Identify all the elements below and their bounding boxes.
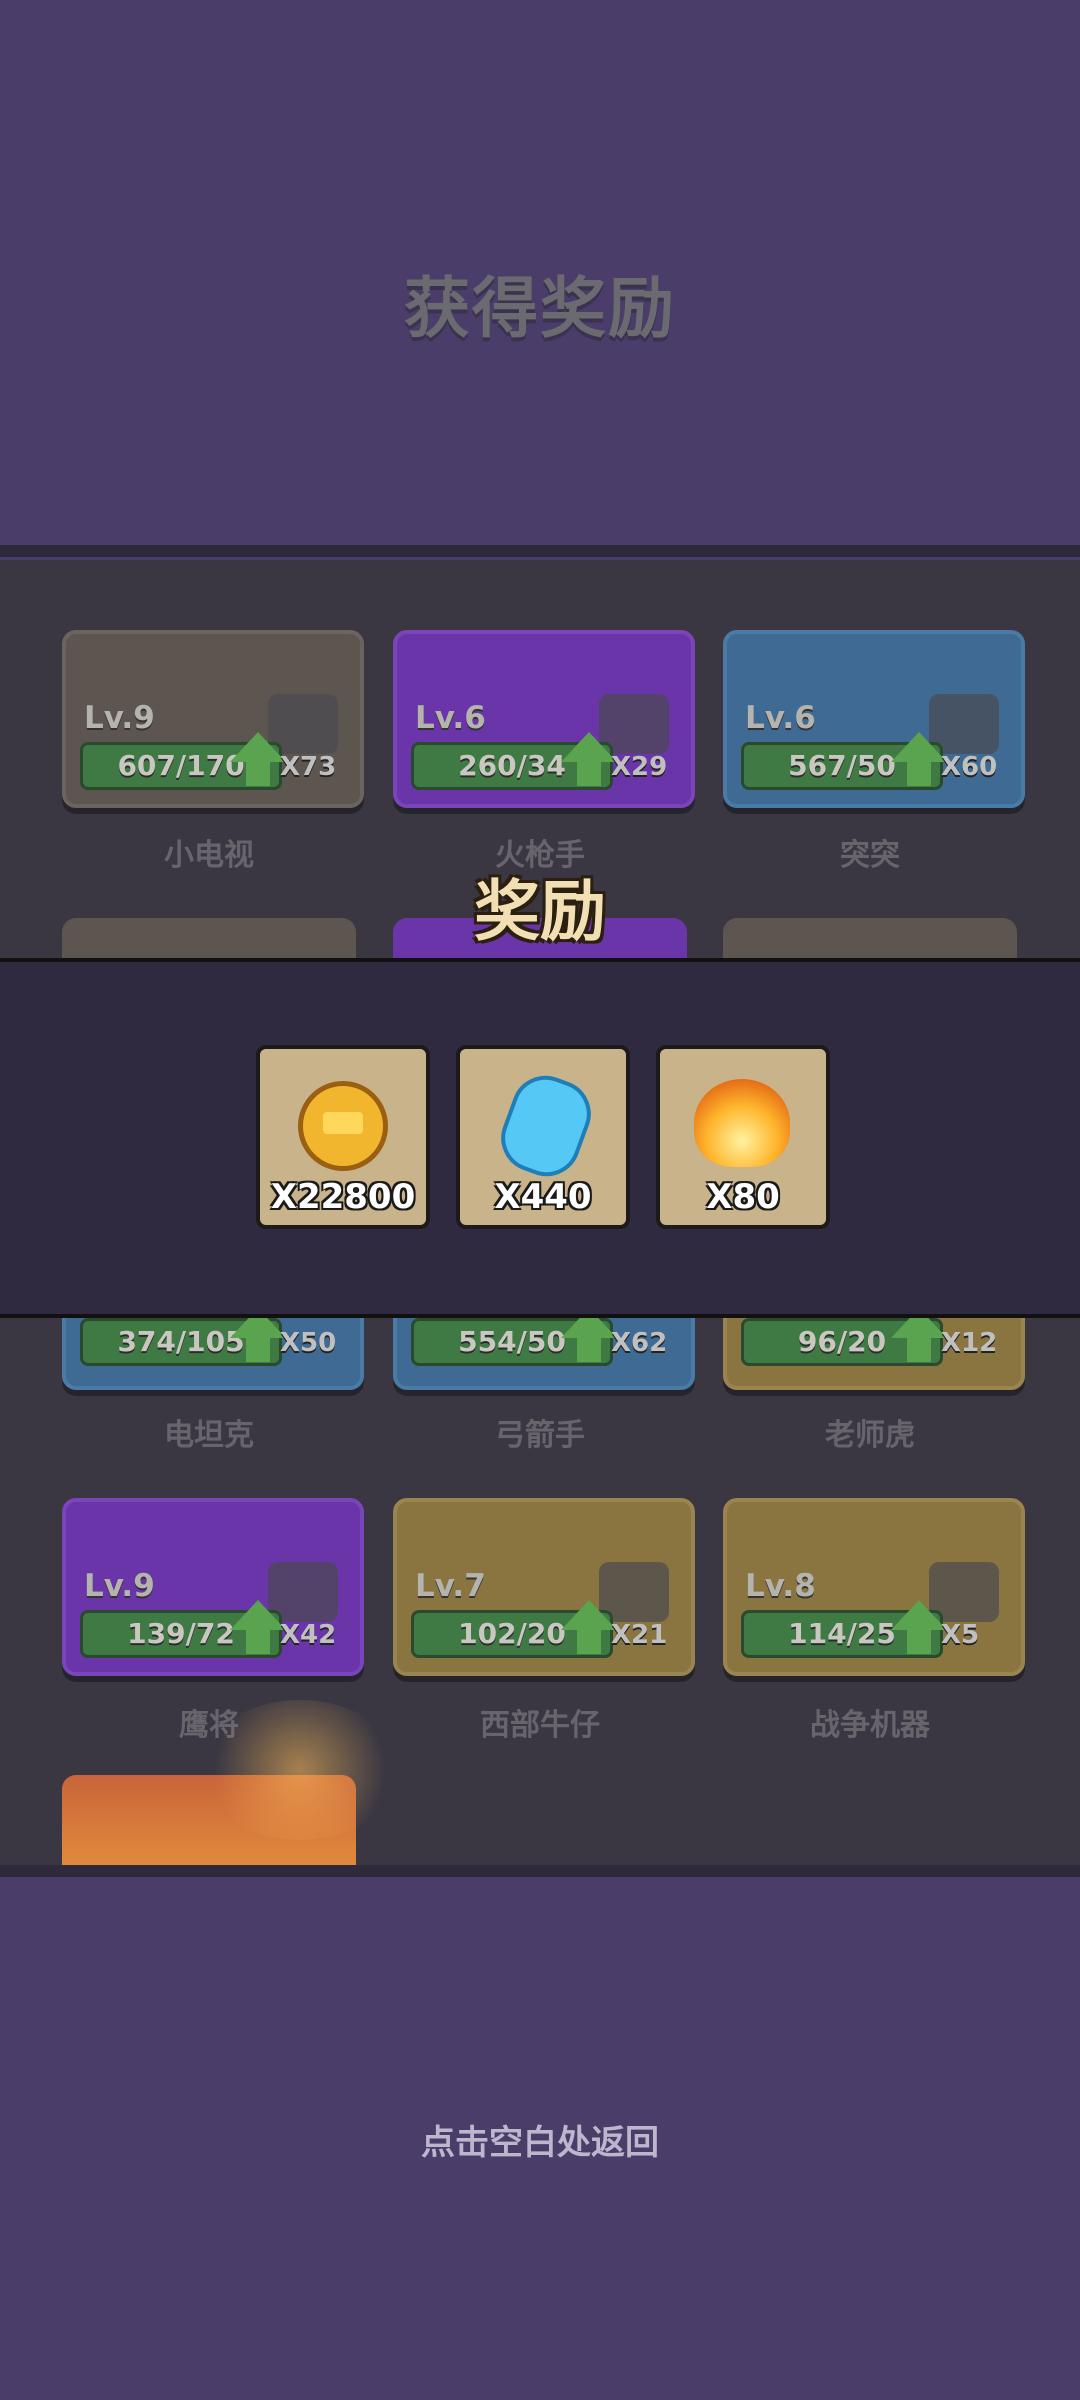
upgrade-arrow-icon [561,732,617,762]
screen-title: 获得奖励 [404,270,676,347]
unit-count: X29 [611,752,668,782]
unit-card[interactable]: Lv.8 114/25 X5 [723,1498,1025,1676]
unit-card[interactable]: Lv.7 102/20 X21 [393,1498,695,1676]
unit-level: Lv.6 [745,700,816,736]
unit-name: 西部牛仔 [480,1708,600,1743]
flame-icon [694,1079,790,1167]
unit-card[interactable]: Lv.9 607/170 X73 [62,630,364,808]
reward-count: X80 [706,1177,780,1217]
unit-count: X50 [280,1328,337,1358]
unit-count: X42 [280,1620,337,1650]
bottom-divider [0,1865,1080,1877]
reward-item[interactable]: X80 [656,1045,830,1229]
unit-count: X5 [941,1620,980,1650]
tap-to-return-hint[interactable]: 点击空白处返回 [0,2115,1080,2164]
reward-item[interactable]: X440 [456,1045,630,1229]
new-unit-glow-icon [200,1700,400,1840]
unit-card[interactable]: Lv.9 139/72 X42 [62,1498,364,1676]
unit-card[interactable]: Lv.6 260/34 X29 [393,630,695,808]
unit-card[interactable]: Lv.6 567/50 X60 [723,630,1025,808]
unit-count: X60 [941,752,998,782]
unit-name: 弓箭手 [495,1418,585,1453]
reward-count: X440 [494,1177,592,1217]
reward-item[interactable]: X22800 [256,1045,430,1229]
gold-crown-coin-icon [298,1081,388,1171]
unit-level: Lv.9 [84,700,155,736]
reward-count: X22800 [270,1177,416,1217]
upgrade-arrow-icon [230,1600,286,1630]
blue-gem-icon [491,1066,601,1186]
reward-title: 奖励 [474,873,606,950]
unit-count: X62 [611,1328,668,1358]
upgrade-arrow-icon [891,732,947,762]
unit-level: Lv.8 [745,1568,816,1604]
upgrade-arrow-icon [230,732,286,762]
upgrade-arrow-icon [561,1600,617,1630]
top-divider [0,545,1080,557]
unit-name: 老师虎 [825,1418,915,1453]
unit-name: 战争机器 [810,1708,930,1743]
unit-level: Lv.7 [415,1568,486,1604]
unit-count: X12 [941,1328,998,1358]
unit-name: 电坦克 [164,1418,254,1453]
unit-count: X73 [280,752,337,782]
unit-count: X21 [611,1620,668,1650]
unit-level: Lv.9 [84,1568,155,1604]
unit-level: Lv.6 [415,700,486,736]
upgrade-arrow-icon [891,1600,947,1630]
